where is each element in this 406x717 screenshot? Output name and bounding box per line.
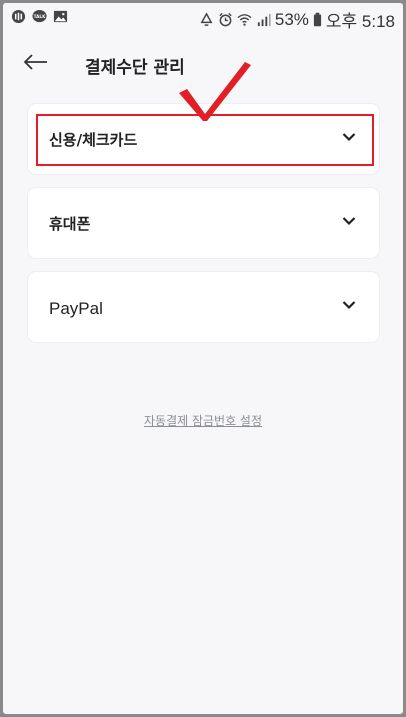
notification-icons: TALK [11,9,68,24]
battery-icon [313,12,322,27]
system-indicators: 53% 오후 5:18 [199,7,395,32]
payment-method-card-paypal[interactable]: PayPal [27,271,380,343]
chevron-down-icon[interactable] [342,216,356,226]
chevron-down-icon[interactable] [342,300,356,310]
payment-method-label: 신용/체크카드 [49,131,138,149]
signal-icon [257,13,271,27]
payment-method-card-phone[interactable]: 휴대폰 [27,187,380,259]
recycle-icon [200,12,213,26]
status-bar: TALK 53% 오후 5:18 [3,3,403,33]
checkmark-icon [179,62,251,121]
back-arrow-icon[interactable] [20,47,50,77]
gallery-icon [53,10,68,23]
payment-method-label: PayPal [49,299,103,318]
page-title: 결제수단 관리 [85,58,185,78]
auto-payment-lock-link[interactable]: 자동결제 잠금번호 설정 [3,412,403,429]
app-icon [11,9,26,24]
payment-method-label: 휴대폰 [49,215,91,233]
chevron-down-icon[interactable] [342,132,356,142]
talk-icon-text: TALK [34,14,46,19]
phone-screen: TALK 53% 오후 5:18 결제수단 관리 신용/체크카드 휴대폰 Pay… [0,0,406,717]
wifi-icon [237,14,252,26]
alarm-icon [219,12,232,27]
clock: 오후 5:18 [325,12,395,31]
talk-icon: TALK [32,9,47,23]
battery-percent: 53% [274,9,309,29]
